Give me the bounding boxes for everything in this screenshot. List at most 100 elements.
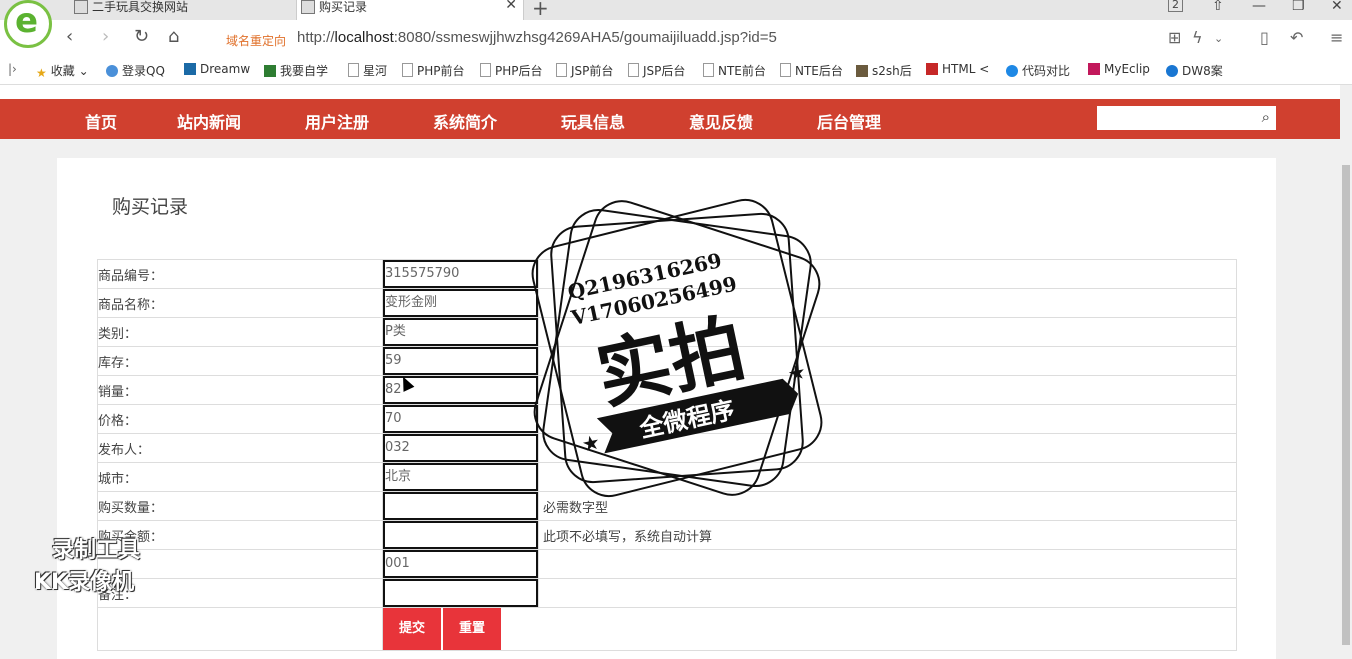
page-icon [556, 63, 567, 77]
new-tab-icon[interactable]: + [532, 0, 549, 20]
bookmark-item[interactable]: NTE前台 [703, 62, 766, 79]
shirt-icon[interactable]: ⇧ [1212, 0, 1224, 14]
bookmark-item[interactable]: Dreamw [184, 62, 250, 76]
html-icon [926, 63, 938, 75]
bookmark-item[interactable]: 登录QQ [106, 62, 165, 79]
bookmark-item[interactable]: 代码对比 [1006, 62, 1070, 79]
nav-news[interactable]: 站内新闻 [177, 109, 241, 133]
star-icon: ★ [785, 359, 808, 386]
price-field[interactable]: 70 [383, 405, 538, 433]
empty-cell [97, 607, 383, 651]
bookmark-label: HTML < [942, 62, 990, 76]
remarks-field[interactable] [383, 579, 538, 607]
url-field[interactable]: http://localhost:8080/ssmeswjjhwzhsg4269… [297, 29, 777, 46]
product-id-field[interactable]: 315575790 [383, 260, 538, 288]
bookmark-item[interactable]: JSP后台 [628, 62, 685, 79]
scrollbar-thumb[interactable] [1342, 165, 1350, 645]
bookmark-label: MyEclip [1104, 62, 1150, 76]
back-icon[interactable]: ‹ [66, 26, 73, 47]
recorder-watermark: 录制工具 KK录像机 [34, 532, 174, 596]
menu-icon[interactable]: ≡ [1330, 28, 1343, 47]
page-scrollbar[interactable] [1340, 85, 1352, 659]
window-close-icon[interactable]: ✕ [1331, 0, 1343, 14]
category-field[interactable]: P类 [383, 318, 538, 346]
nav-toys[interactable]: 玩具信息 [561, 109, 625, 133]
bookmark-item[interactable]: MyEclip [1088, 62, 1150, 76]
page-favicon-icon [301, 0, 315, 14]
bookmark-item[interactable]: PHP前台 [402, 62, 465, 79]
form-row: 001 [97, 549, 1237, 579]
watermark-line2: KK录像机 [34, 570, 135, 595]
bookmark-favorites[interactable]: ★ 收藏 ⌄ [36, 62, 89, 80]
chevron-down-icon[interactable]: ⌄ [1214, 32, 1223, 45]
book-icon [264, 65, 276, 77]
page-icon [348, 63, 359, 77]
quantity-field[interactable] [383, 492, 538, 520]
site-nav-bar: 首页 站内新闻 用户注册 系统简介 玩具信息 意见反馈 后台管理 ⌕ [0, 99, 1340, 139]
field-label: 价格： [97, 404, 383, 434]
city-field[interactable]: 北京 [383, 463, 538, 491]
bookmark-label: 登录QQ [122, 64, 165, 78]
bookmark-item[interactable]: PHP后台 [480, 62, 543, 79]
bookmark-item[interactable]: 我要自学 [264, 62, 328, 79]
field-label: 销量： [97, 375, 383, 405]
nav-home[interactable]: 首页 [85, 109, 117, 133]
buyer-field[interactable]: 001 [383, 550, 538, 578]
amount-field[interactable] [383, 521, 538, 549]
tab-label: 二手玩具交换网站 [92, 0, 189, 14]
browser-logo-icon: e [4, 0, 52, 48]
sidebar-toggle-icon[interactable]: |› [8, 62, 17, 76]
bookmark-label: 收藏 [50, 64, 75, 78]
bookmark-item[interactable]: s2sh后 [856, 62, 912, 79]
page-icon [628, 63, 639, 77]
close-icon[interactable]: ✕ [505, 0, 517, 12]
lightning-icon[interactable]: ϟ [1192, 28, 1203, 47]
tab-label: 购买记录 [319, 0, 368, 14]
bookmark-item[interactable]: JSP前台 [556, 62, 613, 79]
page-favicon-icon [74, 0, 88, 14]
field-label: 商品编号： [97, 259, 383, 289]
reader-icon[interactable]: ▯ [1260, 28, 1269, 47]
tab-purchase-record[interactable]: 购买记录 ✕ [296, 0, 524, 20]
star-icon: ★ [36, 66, 47, 80]
field-label: 库存： [97, 346, 383, 376]
bookmark-item[interactable]: NTE后台 [780, 62, 843, 79]
stock-field[interactable]: 59 [383, 347, 538, 375]
bookmark-label: Dreamw [200, 62, 251, 76]
nav-admin[interactable]: 后台管理 [817, 109, 881, 133]
tab-count-badge[interactable]: 2 [1168, 0, 1183, 12]
reset-button[interactable]: 重置 [443, 608, 501, 650]
field-label: 发布人： [97, 433, 383, 463]
restore-icon[interactable]: ❐ [1292, 0, 1305, 14]
search-icon[interactable]: ⌕ [1262, 108, 1270, 126]
home-icon[interactable]: ⌂ [168, 26, 179, 47]
field-note [538, 578, 1237, 608]
field-label: 城市： [97, 462, 383, 492]
field-label: 类别： [97, 317, 383, 347]
page-title: 购买记录 [112, 196, 189, 218]
bookmark-item[interactable]: DW8案 [1166, 62, 1223, 79]
bookmarks-bar: |› ★ 收藏 ⌄ 登录QQ Dreamw 我要自学 星河 PHP前台 PHP后台… [0, 56, 1352, 85]
qq-icon [106, 65, 118, 77]
bookmark-item[interactable]: HTML < [926, 62, 989, 76]
grid-icon[interactable]: ⊞ [1168, 28, 1181, 47]
bookmark-item[interactable]: 星河 [348, 62, 387, 79]
bookmark-label: 代码对比 [1022, 64, 1071, 78]
star-icon: ★ [580, 429, 603, 456]
undo-icon[interactable]: ↶ [1290, 28, 1303, 47]
page-icon [402, 63, 413, 77]
minimize-icon[interactable]: — [1252, 0, 1266, 14]
product-name-field[interactable]: 变形金刚 [383, 289, 538, 317]
nav-about[interactable]: 系统简介 [433, 109, 497, 133]
nav-register[interactable]: 用户注册 [305, 109, 369, 133]
redirect-label: 域名重定向 [226, 34, 287, 48]
nav-feedback[interactable]: 意见反馈 [689, 109, 753, 133]
myeclipse-icon [1088, 63, 1100, 75]
site-search-input[interactable]: ⌕ [1097, 106, 1276, 130]
forward-icon[interactable]: › [102, 26, 109, 47]
tab-home[interactable]: 二手玩具交换网站 [70, 0, 292, 20]
publisher-field[interactable]: 032 [383, 434, 538, 462]
bookmark-label: PHP前台 [417, 64, 465, 78]
reload-icon[interactable]: ↻ [134, 26, 149, 47]
submit-button[interactable]: 提交 [383, 608, 441, 650]
